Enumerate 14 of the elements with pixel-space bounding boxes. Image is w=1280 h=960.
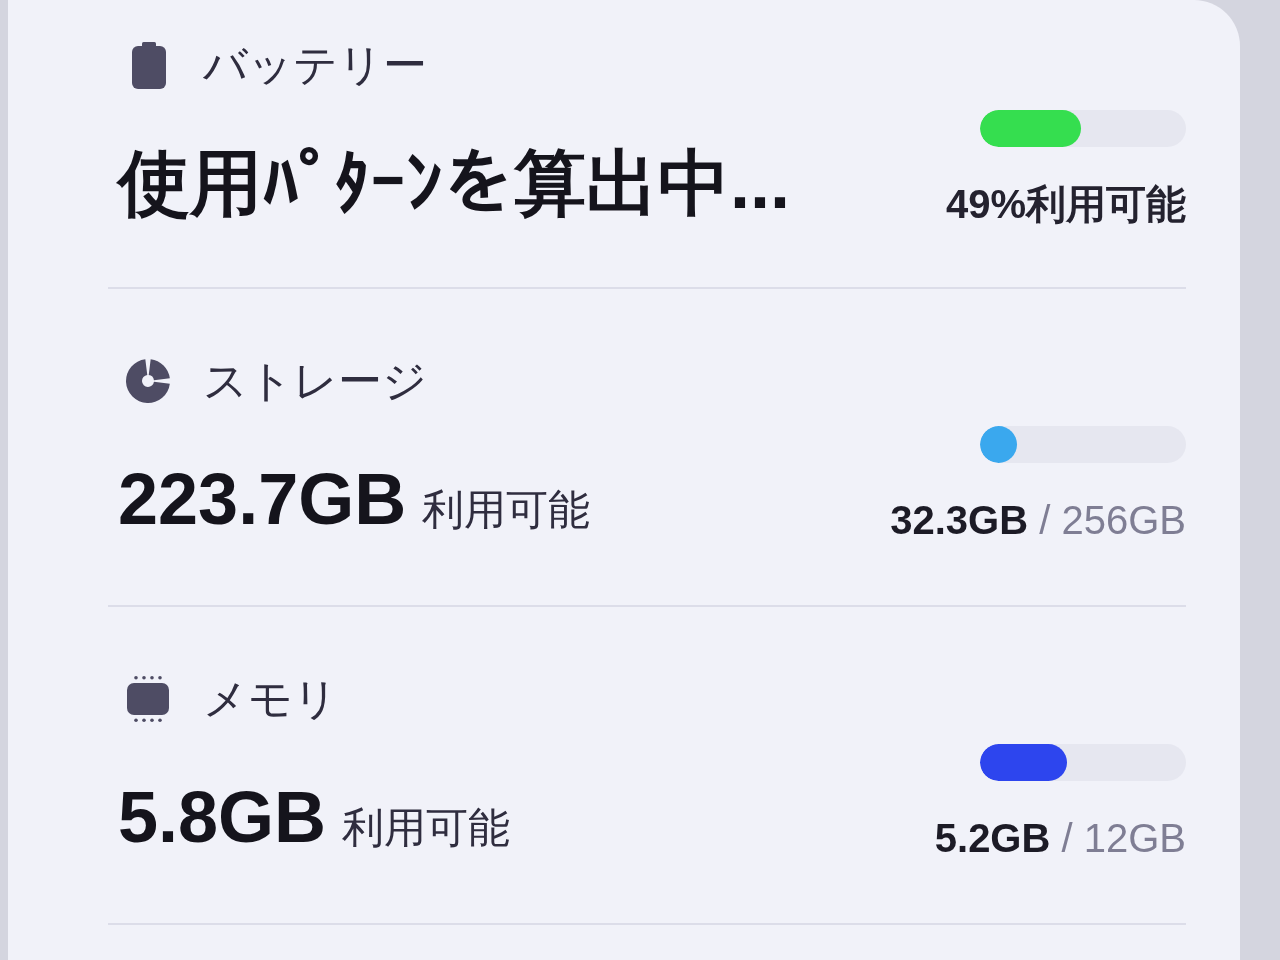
value-note: 利用可能	[422, 485, 591, 535]
section-title: バッテリー	[203, 40, 427, 90]
value-text: 223.7GB	[118, 459, 407, 539]
usage-reading: 5.2GB / 12GB	[934, 815, 1186, 862]
section-title: ストレージ	[203, 356, 427, 406]
section-title: メモリ	[203, 674, 338, 724]
usage-reading: 32.3GB / 256GB	[890, 497, 1186, 544]
memory-chip-icon	[127, 676, 169, 722]
usage-reading: 49%利用可能	[945, 181, 1186, 228]
value-text: 使用ﾊﾟﾀｰﾝを算出中...	[118, 143, 790, 223]
value-note: 利用可能	[342, 803, 511, 853]
pie-chart-icon	[126, 359, 170, 403]
value-text: 5.8GB	[118, 777, 327, 857]
battery-icon	[132, 41, 166, 89]
